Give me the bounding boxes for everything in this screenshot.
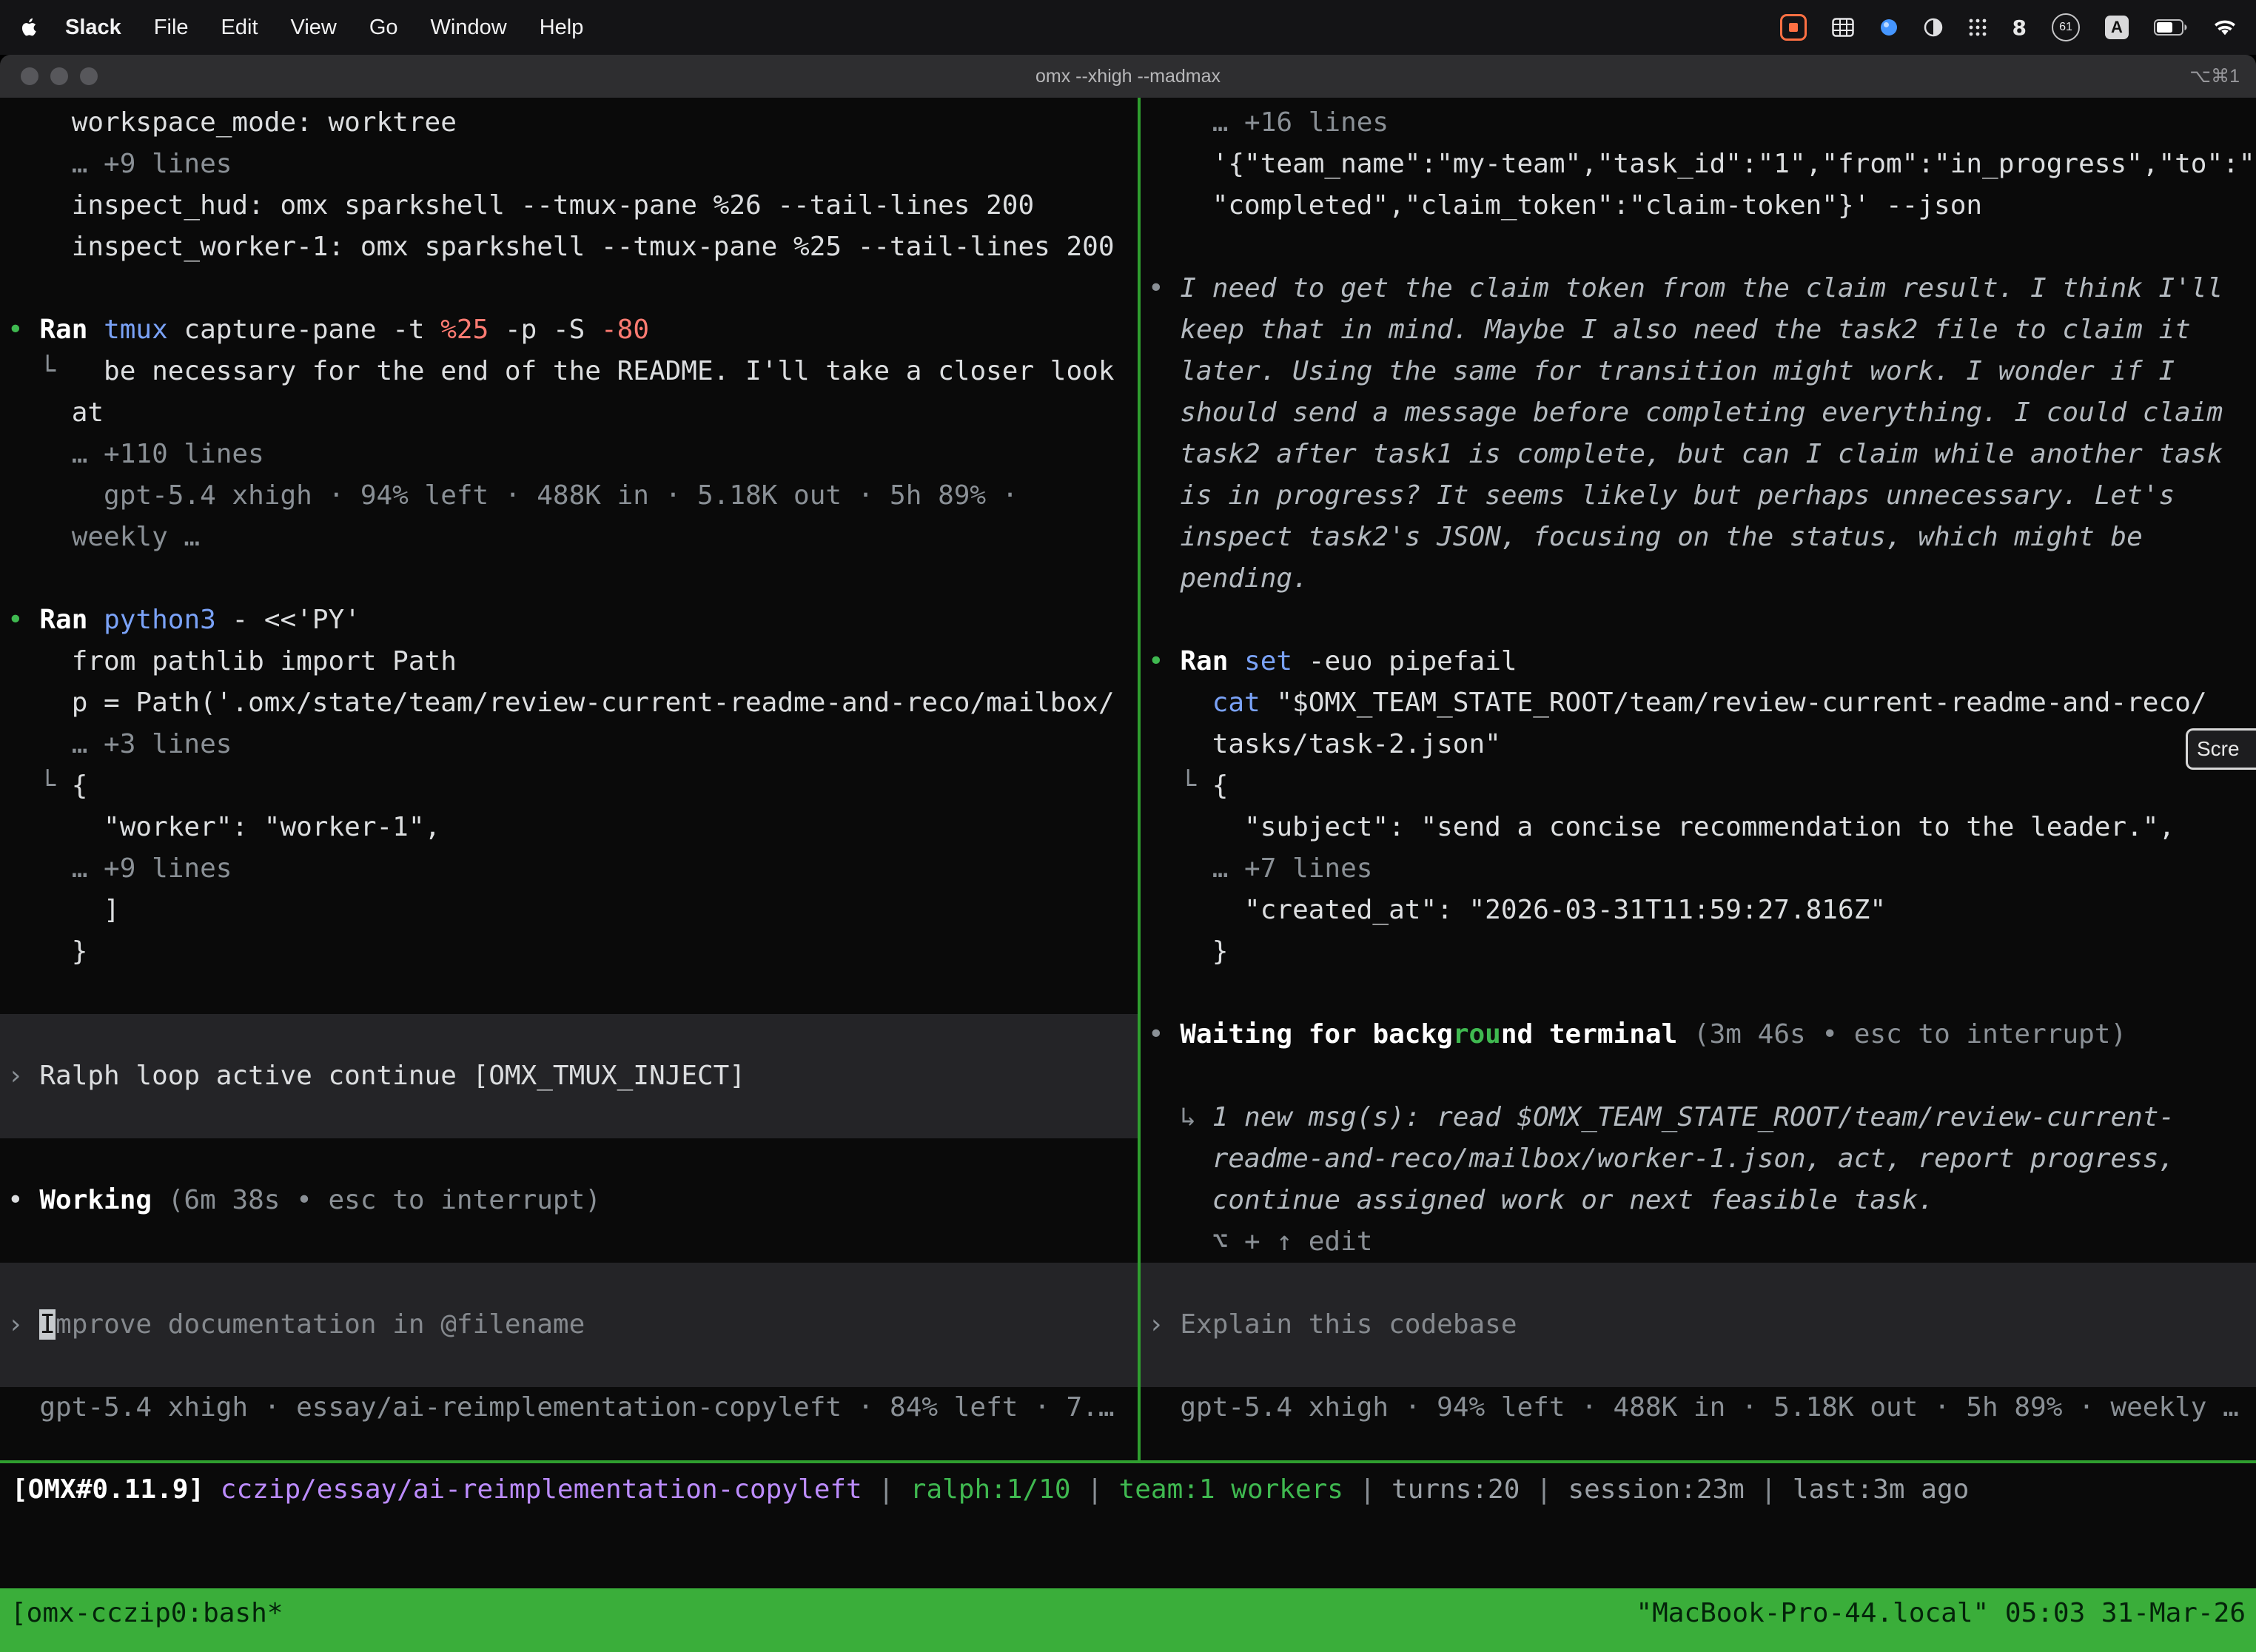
terminal-line: … +3 lines bbox=[0, 724, 1138, 765]
terminal-line: • I need to get the claim token from the… bbox=[1141, 268, 2256, 309]
dots-grid-icon[interactable] bbox=[1968, 18, 1987, 37]
minimize-button[interactable] bbox=[50, 67, 68, 85]
terminal-line: "created_at": "2026-03-31T11:59:27.816Z" bbox=[1141, 890, 2256, 931]
app-menu-slack[interactable]: Slack bbox=[65, 16, 121, 40]
menu-items: File Edit View Go Window Help bbox=[154, 16, 584, 40]
terminal-line: … +9 lines bbox=[0, 848, 1138, 890]
terminal-line: continue assigned work or next feasible … bbox=[1141, 1180, 2256, 1221]
terminal-line: gpt-5.4 xhigh · 94% left · 488K in · 5.1… bbox=[0, 475, 1138, 517]
window-shortcut-hint: ⌥⌘1 bbox=[2189, 65, 2240, 87]
terminal-blank-line bbox=[0, 973, 1138, 1014]
wifi-icon[interactable] bbox=[2213, 19, 2237, 37]
terminal-blank-line bbox=[1141, 1055, 2256, 1097]
terminal-line: inspect task2's JSON, focusing on the st… bbox=[1141, 517, 2256, 558]
terminal-blank-line bbox=[0, 1221, 1138, 1263]
terminal-line: … +7 lines bbox=[1141, 848, 2256, 890]
tmux-host-clock-label: "MacBook-Pro-44.local" 05:03 31-Mar-26 bbox=[1636, 1593, 2246, 1634]
terminal-pane-right[interactable]: … +16 lines '{"team_name":"my-team","tas… bbox=[1141, 98, 2256, 1465]
terminal-line: from pathlib import Path bbox=[0, 641, 1138, 682]
screen-sharing-overlay[interactable]: Scre bbox=[2186, 728, 2256, 770]
omx-status-line: [OMX#0.11.9] cczip/essay/ai-reimplementa… bbox=[0, 1469, 2256, 1511]
close-button[interactable] bbox=[21, 67, 38, 85]
terminal-line: at bbox=[0, 392, 1138, 434]
terminal-line: tasks/task-2.json" bbox=[1141, 724, 2256, 765]
terminal-line: ↳ 1 new msg(s): read $OMX_TEAM_STATE_ROO… bbox=[1141, 1097, 2256, 1138]
terminal-line: • Ran python3 - <<'PY' bbox=[0, 600, 1138, 641]
menubar-status-icons: 8 61 A bbox=[1780, 13, 2237, 41]
terminal-blank-line bbox=[0, 558, 1138, 600]
menu-go[interactable]: Go bbox=[369, 16, 398, 40]
terminal-line: • Working (6m 38s • esc to interrupt) bbox=[0, 1180, 1138, 1221]
terminal-line: later. Using the same for transition mig… bbox=[1141, 351, 2256, 392]
battery-icon[interactable] bbox=[2154, 19, 2188, 36]
menu-edit[interactable]: Edit bbox=[221, 16, 258, 40]
terminal-line: … +9 lines bbox=[0, 144, 1138, 185]
window-title: omx --xhigh --madmax bbox=[0, 66, 2256, 87]
terminal-line: • Ran tmux capture-pane -t %25 -p -S -80 bbox=[0, 309, 1138, 351]
zoom-button[interactable] bbox=[80, 67, 98, 85]
composer-input[interactable]: › Improve documentation in @filename bbox=[0, 1263, 1138, 1387]
terminal-line: pending. bbox=[1141, 558, 2256, 600]
terminal-line: … +110 lines bbox=[0, 434, 1138, 475]
menu-view[interactable]: View bbox=[291, 16, 337, 40]
terminal-line: └ { bbox=[1141, 765, 2256, 807]
menu-window[interactable]: Window bbox=[431, 16, 507, 40]
terminal-line: gpt-5.4 xhigh · essay/ai-reimplementatio… bbox=[0, 1387, 1138, 1428]
terminal-line: keep that in mind. Maybe I also need the… bbox=[1141, 309, 2256, 351]
tmux-session-label: [omx-cczip0:bash* bbox=[10, 1593, 283, 1634]
terminal-line: p = Path('.omx/state/team/review-current… bbox=[0, 682, 1138, 724]
composer-suggestion[interactable]: › Explain this codebase bbox=[1141, 1263, 2256, 1387]
terminal-line: • Waiting for background terminal (3m 46… bbox=[1141, 1014, 2256, 1055]
screen-recording-stop-icon[interactable] bbox=[1780, 14, 1807, 41]
terminal-line: } bbox=[1141, 931, 2256, 973]
tmux-horizontal-pane-border[interactable] bbox=[0, 1460, 2256, 1463]
terminal-line: is in progress? It seems likely but perh… bbox=[1141, 475, 2256, 517]
menubar: Slack File Edit View Go Window Help 8 61 A bbox=[0, 0, 2256, 55]
terminal-blank-line bbox=[1141, 973, 2256, 1014]
terminal-line: inspect_worker-1: omx sparkshell --tmux-… bbox=[0, 226, 1138, 268]
input-source-icon[interactable]: A bbox=[2105, 16, 2129, 39]
terminal-line: task2 after task1 is complete, but can I… bbox=[1141, 434, 2256, 475]
ralph-loop-banner[interactable]: › Ralph loop active continue [OMX_TMUX_I… bbox=[0, 1014, 1138, 1138]
terminal-line: '{"team_name":"my-team","task_id":"1","f… bbox=[1141, 144, 2256, 185]
terminal-blank-line bbox=[1141, 600, 2256, 641]
blue-app-icon[interactable] bbox=[1879, 18, 1899, 37]
terminal-line: … +16 lines bbox=[1141, 102, 2256, 144]
terminal-line: should send a message before completing … bbox=[1141, 392, 2256, 434]
terminal-line: workspace_mode: worktree bbox=[0, 102, 1138, 144]
menu-help[interactable]: Help bbox=[540, 16, 584, 40]
contrast-circle-icon[interactable] bbox=[1924, 18, 1943, 37]
window-controls bbox=[21, 67, 98, 85]
terminal-line: "subject": "send a concise recommendatio… bbox=[1141, 807, 2256, 848]
terminal-line: "completed","claim_token":"claim-token"}… bbox=[1141, 185, 2256, 226]
terminal-line: cat "$OMX_TEAM_STATE_ROOT/team/review-cu… bbox=[1141, 682, 2256, 724]
terminal-blank-line bbox=[1141, 226, 2256, 268]
terminal-line: readme-and-reco/mailbox/worker-1.json, a… bbox=[1141, 1138, 2256, 1180]
terminal-line: } bbox=[0, 931, 1138, 973]
terminal-line: "worker": "worker-1", bbox=[0, 807, 1138, 848]
terminal-line: gpt-5.4 xhigh · 94% left · 488K in · 5.1… bbox=[1141, 1387, 2256, 1428]
terminal-pane-left[interactable]: workspace_mode: worktree … +9 lines insp… bbox=[0, 98, 1138, 1465]
terminal-line: inspect_hud: omx sparkshell --tmux-pane … bbox=[0, 185, 1138, 226]
terminal-line: weekly … bbox=[0, 517, 1138, 558]
terminal-line: ] bbox=[0, 890, 1138, 931]
window-titlebar: omx --xhigh --madmax ⌥⌘1 bbox=[0, 55, 2256, 98]
terminal-blank-line bbox=[0, 1138, 1138, 1180]
apple-menu-icon[interactable] bbox=[19, 17, 37, 38]
tmux-status-bar: [omx-cczip0:bash* "MacBook-Pro-44.local"… bbox=[0, 1588, 2256, 1652]
terminal-line: ⌥ + ↑ edit bbox=[1141, 1221, 2256, 1263]
terminal-line: • Ran set -euo pipefail bbox=[1141, 641, 2256, 682]
terminal-line: └ be necessary for the end of the README… bbox=[0, 351, 1138, 392]
terminal-window: workspace_mode: worktree … +9 lines insp… bbox=[0, 98, 2256, 1652]
badge-61-icon[interactable]: 61 bbox=[2052, 13, 2080, 41]
terminal-line: └ { bbox=[0, 765, 1138, 807]
terminal-blank-line bbox=[0, 268, 1138, 309]
grid-icon[interactable] bbox=[1832, 18, 1854, 37]
menu-file[interactable]: File bbox=[154, 16, 189, 40]
figure-eight-icon[interactable]: 8 bbox=[2012, 16, 2027, 40]
